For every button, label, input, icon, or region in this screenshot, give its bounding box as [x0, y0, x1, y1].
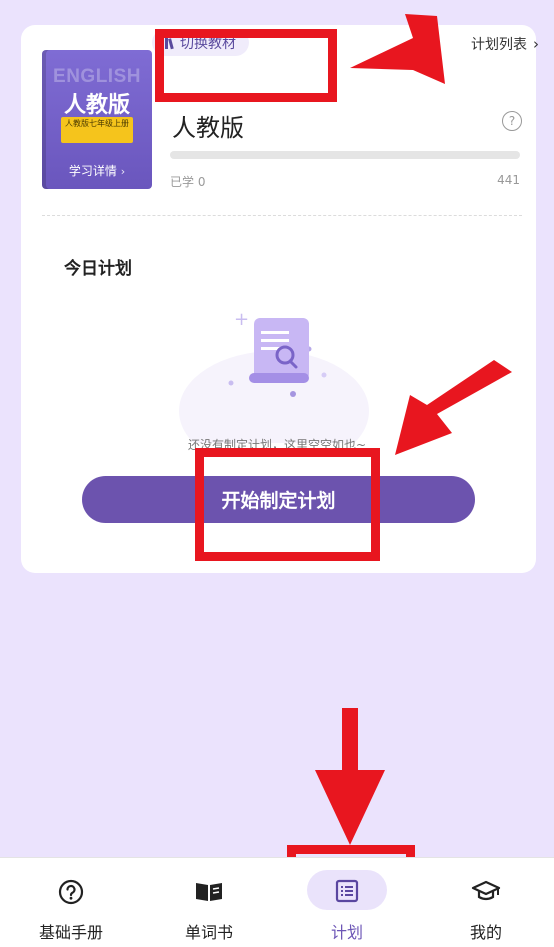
arrow-to-switch: [350, 14, 445, 84]
tab-plan[interactable]: 计划: [287, 858, 407, 947]
tab-label: 我的: [469, 923, 502, 942]
open-book-icon: [196, 883, 222, 901]
graduation-cap-icon: [471, 880, 501, 901]
tab-label: 单词书: [184, 923, 233, 942]
annotation-arrows: [315, 14, 512, 845]
tab-label: 基础手册: [38, 923, 103, 942]
tab-me[interactable]: 我的: [426, 858, 546, 947]
arrow-to-plan-tab: [315, 708, 385, 845]
question-circle-icon: [58, 879, 84, 905]
arrow-to-start: [395, 360, 512, 455]
bottom-tab-bar: 基础手册 单词书 计划 我的: [0, 857, 554, 947]
tab-basic-manual[interactable]: 基础手册: [11, 858, 131, 947]
tab-label: 计划: [330, 923, 363, 942]
list-icon: [335, 879, 359, 903]
tab-word-book[interactable]: 单词书: [149, 858, 269, 947]
